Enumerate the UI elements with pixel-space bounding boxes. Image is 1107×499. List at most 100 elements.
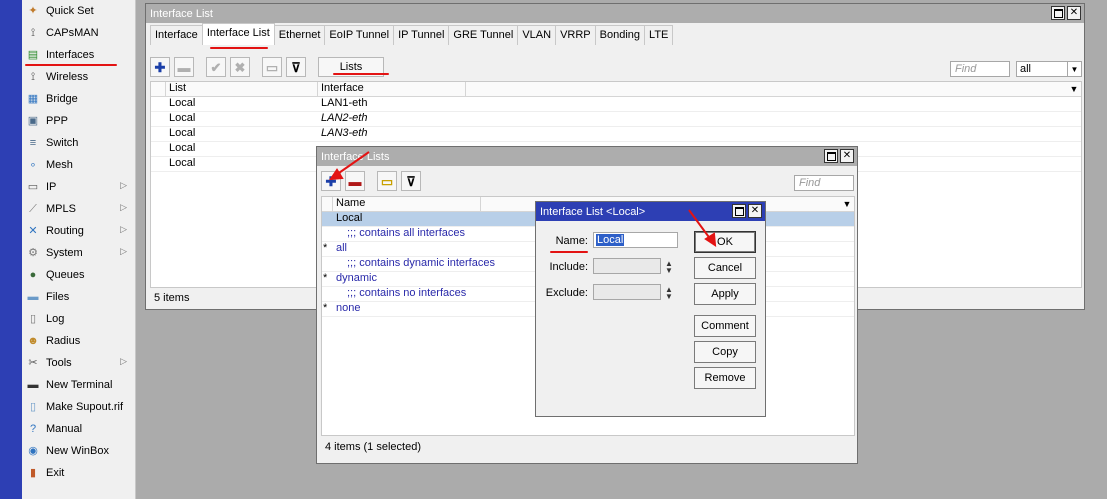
comment-button[interactable]: Comment bbox=[694, 315, 756, 337]
main-status: 5 items bbox=[150, 291, 189, 305]
column-header-interface[interactable]: Interface bbox=[318, 82, 466, 96]
maximize-icon[interactable] bbox=[732, 204, 746, 218]
menu-item-label: Routing bbox=[46, 225, 84, 237]
menu-item-quick-set[interactable]: ✦ Quick Set bbox=[22, 0, 135, 22]
tab-ethernet[interactable]: Ethernet bbox=[273, 25, 326, 45]
interface-lists-titlebar[interactable]: Interface Lists ✕ bbox=[317, 147, 857, 166]
tab-lte[interactable]: LTE bbox=[644, 25, 674, 45]
tab-interface[interactable]: Interface bbox=[150, 25, 203, 45]
tab-eoip-tunnel[interactable]: EoIP Tunnel bbox=[324, 25, 395, 45]
remove-button[interactable]: Remove bbox=[694, 367, 756, 389]
main-status-text: 5 items bbox=[154, 292, 190, 304]
menu-item-manual[interactable]: ? Manual bbox=[22, 418, 135, 440]
include-stepper-icon[interactable]: ▲ ▼ bbox=[665, 260, 673, 275]
exclude-label: Exclude: bbox=[545, 287, 588, 299]
queues-icon: ● bbox=[29, 268, 37, 281]
add-icon[interactable]: ✚ bbox=[150, 57, 170, 77]
table-row[interactable]: Local LAN1-eth bbox=[151, 97, 1081, 112]
menu-item-label: IP bbox=[46, 181, 57, 193]
exclude-field[interactable] bbox=[593, 284, 661, 300]
menu-item-label: Queues bbox=[46, 269, 85, 281]
enable-icon[interactable]: ✔ bbox=[206, 57, 226, 77]
menu-item-label: Switch bbox=[46, 137, 79, 149]
column-header-name[interactable]: Name bbox=[333, 197, 481, 211]
cell-interface: LAN3-eth bbox=[321, 127, 368, 139]
menu-item-new-winbox[interactable]: ◉ New WinBox bbox=[22, 440, 135, 462]
close-icon[interactable]: ✕ bbox=[840, 149, 854, 163]
comment-icon[interactable]: ▭ bbox=[262, 57, 282, 77]
name-label: Name: bbox=[555, 235, 588, 247]
remove-icon[interactable]: ▬ bbox=[174, 57, 194, 77]
annotation-underline-lists bbox=[333, 73, 389, 75]
mesh-icon: ∘ bbox=[29, 158, 37, 171]
ok-button[interactable]: OK bbox=[694, 231, 756, 253]
include-label: Include: bbox=[549, 261, 588, 273]
menu-item-label: Exit bbox=[46, 467, 65, 479]
main-filter-select[interactable]: all ▼ bbox=[1016, 61, 1082, 77]
menu-item-make-supout-rif[interactable]: ▯ Make Supout.rif bbox=[22, 396, 135, 418]
menu-item-queues[interactable]: ● Queues bbox=[22, 264, 135, 286]
interface-list-titlebar[interactable]: Interface List ✕ bbox=[146, 4, 1084, 23]
cancel-button[interactable]: Cancel bbox=[694, 257, 756, 279]
include-field[interactable] bbox=[593, 258, 661, 274]
tab-gre-tunnel[interactable]: GRE Tunnel bbox=[448, 25, 519, 45]
name-field-value: Local bbox=[596, 234, 625, 246]
tab-vrrp[interactable]: VRRP bbox=[555, 25, 596, 45]
menu-item-new-terminal[interactable]: ▬ New Terminal bbox=[22, 374, 135, 396]
close-icon[interactable]: ✕ bbox=[748, 204, 762, 218]
supout-icon: ▯ bbox=[29, 400, 37, 413]
apply-button[interactable]: Apply bbox=[694, 283, 756, 305]
menu-item-files[interactable]: ▬ Files bbox=[22, 286, 135, 308]
filter-icon[interactable]: ⊽ bbox=[286, 57, 306, 77]
menu-item-capsman[interactable]: ⟟ CAPsMAN bbox=[22, 22, 135, 44]
menu-item-mesh[interactable]: ∘ Mesh bbox=[22, 154, 135, 176]
tab-interface-list[interactable]: Interface List bbox=[201, 23, 275, 45]
table-row[interactable]: Local LAN2-eth bbox=[151, 112, 1081, 127]
copy-button[interactable]: Copy bbox=[694, 341, 756, 363]
remove-icon[interactable]: ▬ bbox=[345, 171, 365, 191]
wireless-icon: ⟟ bbox=[30, 70, 36, 83]
switch-icon: ≡ bbox=[29, 136, 37, 149]
radius-icon: ☻ bbox=[27, 334, 39, 347]
menu-item-tools[interactable]: ✂ Tools ▷ bbox=[22, 352, 135, 374]
menu-item-log[interactable]: ▯ Log bbox=[22, 308, 135, 330]
menu-item-system[interactable]: ⚙ System ▷ bbox=[22, 242, 135, 264]
system-icon: ⚙ bbox=[28, 246, 38, 259]
row-flag bbox=[322, 212, 333, 226]
add-icon[interactable]: ✚ bbox=[321, 171, 341, 191]
menu-item-ppp[interactable]: ▣ PPP bbox=[22, 110, 135, 132]
column-menu-icon[interactable]: ▼ bbox=[1067, 82, 1081, 96]
menu-item-mpls[interactable]: ⟋ MPLS ▷ bbox=[22, 198, 135, 220]
menu-item-exit[interactable]: ▮ Exit bbox=[22, 462, 135, 484]
lists-find-input[interactable]: Find bbox=[794, 175, 854, 191]
maximize-icon[interactable] bbox=[1051, 6, 1065, 20]
menu-item-radius[interactable]: ☻ Radius bbox=[22, 330, 135, 352]
menu-item-interfaces[interactable]: ▤ Interfaces bbox=[22, 44, 135, 66]
cell-list: Local bbox=[169, 112, 196, 124]
dialog-titlebar[interactable]: Interface List <Local> ✕ bbox=[536, 202, 765, 221]
menu-item-label: Manual bbox=[46, 423, 83, 435]
menu-item-bridge[interactable]: ▦ Bridge bbox=[22, 88, 135, 110]
window-title: Interface List bbox=[150, 7, 213, 20]
name-field[interactable]: Local bbox=[593, 232, 678, 248]
chevron-down-icon[interactable]: ▼ bbox=[1067, 62, 1081, 76]
menu-item-label: MPLS bbox=[46, 203, 76, 215]
menu-item-routing[interactable]: ✕ Routing ▷ bbox=[22, 220, 135, 242]
maximize-icon[interactable] bbox=[824, 149, 838, 163]
column-header-list[interactable]: List bbox=[166, 82, 318, 96]
close-icon[interactable]: ✕ bbox=[1067, 6, 1081, 20]
tab-bonding[interactable]: Bonding bbox=[594, 25, 646, 45]
tab-ip-tunnel[interactable]: IP Tunnel bbox=[393, 25, 450, 45]
menu-item-wireless[interactable]: ⟟ Wireless bbox=[22, 66, 135, 88]
disable-icon[interactable]: ✖ bbox=[230, 57, 250, 77]
tab-vlan[interactable]: VLAN bbox=[517, 25, 557, 45]
menu-item-ip[interactable]: ▭ IP ▷ bbox=[22, 176, 135, 198]
column-menu-icon[interactable]: ▼ bbox=[840, 197, 854, 211]
filter-icon[interactable]: ⊽ bbox=[401, 171, 421, 191]
menu-item-switch[interactable]: ≡ Switch bbox=[22, 132, 135, 154]
comment-icon[interactable]: ▭ bbox=[377, 171, 397, 191]
menu-item-label: Files bbox=[46, 291, 70, 303]
main-find-input[interactable]: Find bbox=[950, 61, 1010, 77]
table-row[interactable]: Local LAN3-eth bbox=[151, 127, 1081, 142]
exclude-stepper-icon[interactable]: ▲ ▼ bbox=[665, 286, 673, 301]
